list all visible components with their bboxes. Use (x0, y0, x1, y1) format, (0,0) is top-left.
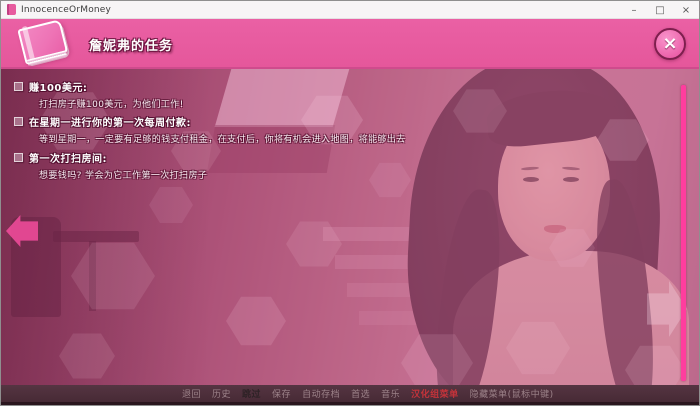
quest-header: 詹妮弗的任务 × (1, 19, 699, 69)
app-icon (7, 4, 16, 15)
task-title: 赚100美元: (29, 79, 87, 94)
task-description: 等到星期一，一定要有足够的钱支付租金，在支付后，你将有机会进入地图，将能够出去 (39, 132, 406, 145)
book-icon (17, 22, 77, 66)
minimize-button[interactable]: – (621, 1, 647, 19)
close-window-button[interactable]: × (673, 1, 699, 19)
task-title: 第一次打扫房间: (29, 150, 107, 165)
app-title: InnocenceOrMoney (21, 5, 111, 15)
task-list: 赚100美元: 打扫房子赚100美元，为他们工作! 在星期一进行你的第一次每周付… (1, 69, 700, 387)
game-window: InnocenceOrMoney – □ × 詹妮弗的任务 × (0, 0, 700, 406)
task-description: 想要钱吗? 学会为它工作第一次打扫房子 (39, 168, 207, 181)
menu-item-history[interactable]: 历史 (212, 387, 231, 400)
task-checkbox[interactable] (14, 82, 23, 91)
menu-item-hide-menu[interactable]: 隐藏菜单(鼠标中键) (470, 387, 554, 400)
titlebar: InnocenceOrMoney – □ × (1, 1, 699, 19)
task-checkbox[interactable] (14, 117, 23, 126)
menu-item-music[interactable]: 音乐 (381, 387, 400, 400)
close-quest-button[interactable]: × (654, 28, 686, 60)
window-controls: – □ × (621, 1, 699, 19)
menu-item-translation-group[interactable]: 汉化组菜单 (411, 387, 459, 400)
menu-item-prefs[interactable]: 首选 (351, 387, 370, 400)
task-checkbox[interactable] (14, 153, 23, 162)
menu-item-autosave[interactable]: 自动存档 (302, 387, 340, 400)
close-icon: × (662, 35, 677, 53)
maximize-button[interactable]: □ (647, 1, 673, 19)
task-title: 在星期一进行你的第一次每周付款: (29, 114, 191, 129)
quest-journal-title: 詹妮弗的任务 (89, 35, 173, 54)
menu-item-skip[interactable]: 跳过 (242, 387, 261, 400)
quick-menu-bar: 退回 历史 跳过 保存 自动存档 首选 音乐 汉化组菜单 隐藏菜单(鼠标中键) (1, 385, 699, 405)
quest-content: 赚100美元: 打扫房子赚100美元，为他们工作! 在星期一进行你的第一次每周付… (1, 69, 700, 387)
quest-scrollbar[interactable] (681, 85, 686, 381)
menu-item-save[interactable]: 保存 (272, 387, 291, 400)
task-description: 打扫房子赚100美元，为他们工作! (39, 97, 184, 110)
menu-item-back[interactable]: 退回 (182, 387, 201, 400)
